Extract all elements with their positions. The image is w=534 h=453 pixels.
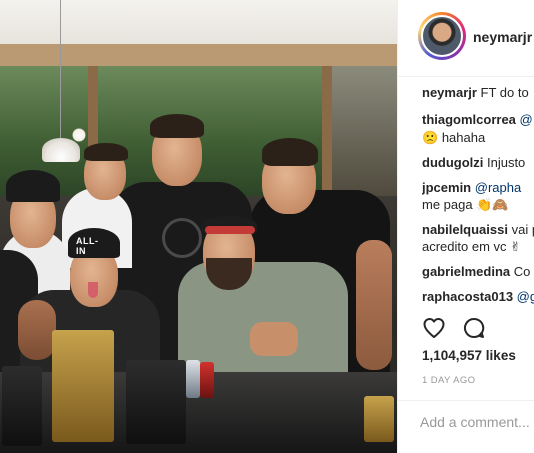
comment-username[interactable]: dudugolzi [422, 155, 483, 170]
trophy [364, 396, 394, 442]
comment-mention[interactable]: @ [516, 112, 533, 127]
comment-username[interactable]: nabilelquaissi [422, 222, 508, 237]
comment-item: raphacosta013 @g [422, 289, 534, 305]
cap-text: ALL-IN [76, 236, 99, 256]
comment-username[interactable]: jpcemin [422, 180, 471, 195]
comment-username[interactable]: neymarjr [422, 85, 477, 100]
likes-count[interactable]: 1,104,957 likes [422, 348, 516, 363]
comment-item: nabilelquaissi vai p [422, 222, 534, 238]
avatar[interactable] [421, 15, 463, 57]
ceiling-light [72, 128, 86, 142]
emoji: 🙁 [422, 131, 439, 146]
trophy [126, 360, 186, 444]
comment-item: acredito em vc ✌ [422, 239, 521, 256]
comment-username[interactable]: thiagomlcorrea [422, 112, 516, 127]
comment-mention[interactable]: @rapha [475, 180, 521, 195]
comment-text: acredito em vc [422, 239, 507, 254]
comment-text: hahaha [441, 130, 486, 145]
lamp-cord [60, 0, 61, 140]
drink-can [200, 362, 214, 398]
action-bar [422, 316, 534, 340]
comment-text: Injusto [483, 155, 526, 170]
avatar-story-ring[interactable] [418, 12, 466, 60]
trophy [2, 366, 42, 446]
comment-username[interactable]: raphacosta013 [422, 289, 513, 304]
trophy [52, 330, 114, 442]
comment-username[interactable]: gabrielmedina [422, 264, 510, 279]
post-header: neymarjr [398, 0, 534, 77]
comment-mention[interactable]: @g [513, 289, 534, 304]
heart-icon[interactable] [422, 316, 446, 340]
comment-text: FT do to [476, 85, 529, 100]
comment-item: thiagomlcorrea @ [422, 112, 533, 128]
comment-item: neymarjr FT do to [422, 85, 529, 101]
comment-text: vai p [511, 222, 534, 237]
emoji: ✌ [510, 240, 522, 255]
pendant-lamp [42, 138, 80, 162]
speech-bubble-icon[interactable] [462, 316, 486, 340]
comment-item: jpcemin @rapha [422, 180, 521, 196]
comment-text: me paga [422, 197, 473, 212]
add-comment-input[interactable] [420, 410, 534, 434]
post-photo[interactable]: ALL-IN [0, 0, 397, 453]
window [332, 66, 397, 196]
post-date[interactable]: 1 DAY AGO [422, 375, 475, 386]
divider [398, 400, 534, 401]
comment-item: me paga 👏🙈 [422, 197, 509, 214]
comment-item: gabrielmedina Co [422, 264, 530, 280]
comment-text: Co [510, 264, 531, 279]
header-username[interactable]: neymarjr [473, 29, 532, 45]
comments-list: neymarjr FT do to thiagomlcorrea @ 🙁 hah… [422, 85, 534, 310]
comment-item: dudugolzi Injusto [422, 155, 525, 171]
emoji: 👏🙈 [476, 198, 509, 213]
post-sidebar: neymarjr neymarjr FT do to thiagomlcorre… [397, 0, 534, 453]
comment-item: 🙁 hahaha [422, 130, 485, 147]
drink-can [186, 360, 200, 398]
